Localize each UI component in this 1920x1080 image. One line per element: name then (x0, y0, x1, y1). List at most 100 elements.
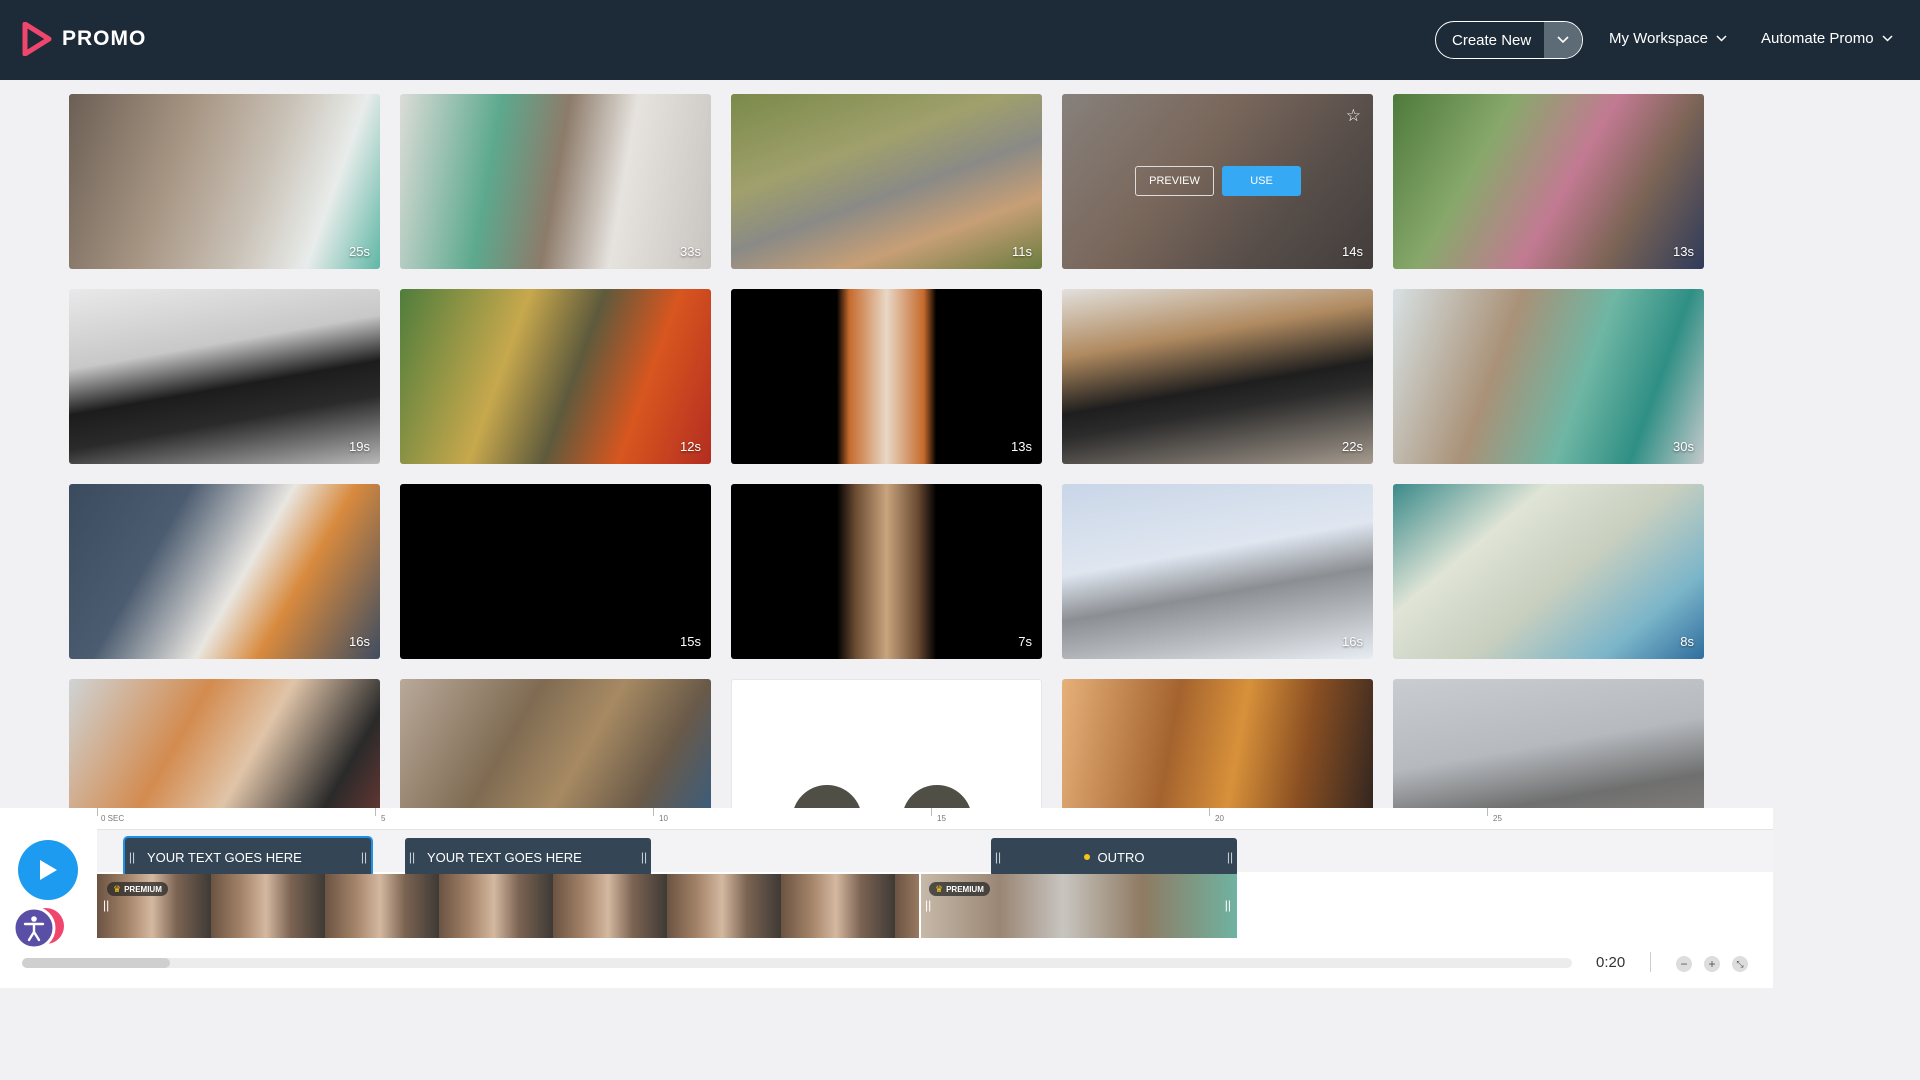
divider (1650, 952, 1651, 972)
video-tile[interactable]: 12s (400, 289, 711, 464)
duration-label: 33s (680, 244, 701, 259)
duration-label: 30s (1673, 439, 1694, 454)
chevron-down-icon (1716, 35, 1727, 42)
drag-handle-icon[interactable]: || (991, 850, 1005, 864)
tick (97, 808, 98, 816)
logo-play-icon (22, 22, 52, 56)
time-ruler[interactable]: 0 SEC 5 10 15 20 25 (97, 808, 1773, 830)
timeline-editor: 0 SEC 5 10 15 20 25 || YOUR TEXT GOES HE… (0, 808, 1773, 988)
my-workspace-label: My Workspace (1609, 30, 1708, 47)
duration-label: 13s (1673, 244, 1694, 259)
duration-label: 13s (1011, 439, 1032, 454)
video-tile[interactable]: 16s (1062, 484, 1373, 659)
automate-promo-label: Automate Promo (1761, 30, 1874, 47)
drag-handle-icon[interactable]: || (1225, 898, 1231, 912)
my-workspace-menu[interactable]: My Workspace (1609, 30, 1727, 47)
drag-handle-icon[interactable]: || (925, 898, 931, 912)
video-tile[interactable]: 15s (400, 484, 711, 659)
video-tile[interactable]: 30s (1393, 289, 1704, 464)
star-icon[interactable]: ☆ (1346, 106, 1361, 126)
tick (1487, 808, 1488, 816)
video-tile[interactable]: 13s (731, 289, 1042, 464)
premium-badge: ♛ PREMIUM (107, 882, 168, 896)
video-tile[interactable] (400, 679, 711, 808)
video-tile[interactable]: 25s (69, 94, 380, 269)
video-tile[interactable]: 8s (1393, 484, 1704, 659)
video-track: ♛ PREMIUM || ♛ PREMIUM || || (97, 874, 1773, 940)
video-tile[interactable]: 19s (69, 289, 380, 464)
video-tile[interactable]: PREVIEW USE ☆ 14s (1062, 94, 1373, 269)
duration-label: 19s (349, 439, 370, 454)
zoom-out-icon[interactable]: − (1676, 956, 1692, 972)
preview-button[interactable]: PREVIEW (1135, 166, 1214, 196)
ruler-label: 20 (1215, 814, 1224, 823)
drag-handle-icon[interactable]: || (1223, 850, 1237, 864)
top-navigation-bar: PROMO Create New My Workspace Automate P… (0, 0, 1920, 80)
drag-handle-icon[interactable]: || (103, 898, 109, 912)
crown-icon: ♛ (113, 883, 122, 894)
automate-promo-menu[interactable]: Automate Promo (1761, 30, 1893, 47)
video-tile[interactable]: 7s (731, 484, 1042, 659)
promo-logo[interactable]: PROMO (22, 22, 146, 56)
ruler-label: 15 (937, 814, 946, 823)
duration-label: 8s (1680, 634, 1694, 649)
fit-to-screen-icon[interactable]: ⤡ (1732, 956, 1748, 972)
premium-badge: ♛ PREMIUM (929, 882, 990, 896)
chevron-down-icon (1882, 35, 1893, 42)
time-readout: 0:20 (1596, 954, 1626, 971)
crown-icon: ♛ (935, 883, 944, 894)
accessibility-button[interactable] (12, 904, 68, 950)
video-tile[interactable] (1393, 679, 1704, 808)
drag-handle-icon[interactable]: || (357, 850, 371, 864)
video-tile[interactable]: 11s (731, 94, 1042, 269)
tick (653, 808, 654, 816)
outro-dot-icon (1083, 854, 1090, 860)
duration-label: 15s (680, 634, 701, 649)
drag-handle-icon[interactable]: || (405, 850, 419, 864)
duration-label: 16s (1342, 634, 1363, 649)
play-icon (40, 860, 57, 880)
text-track: || YOUR TEXT GOES HERE || || YOUR TEXT G… (97, 830, 1773, 876)
tick (1209, 808, 1210, 816)
outro-label: OUTRO (1097, 849, 1145, 865)
timeline-scrollbar[interactable] (22, 958, 1572, 968)
video-clip[interactable]: ♛ PREMIUM || (97, 874, 919, 938)
video-clip[interactable]: ♛ PREMIUM || || (921, 874, 1237, 938)
logo-text: PROMO (62, 27, 147, 50)
play-button[interactable] (18, 840, 78, 900)
ruler-label: 5 (381, 814, 386, 823)
video-tile[interactable]: 33s (400, 94, 711, 269)
tick (931, 808, 932, 816)
use-button[interactable]: USE (1222, 166, 1301, 196)
hover-overlay (1062, 94, 1373, 269)
scrollbar-thumb[interactable] (22, 958, 170, 968)
text-clip-label: YOUR TEXT GOES HERE (147, 849, 302, 865)
ruler-label: 10 (659, 814, 668, 823)
zoom-in-icon[interactable]: + (1704, 956, 1720, 972)
premium-label: PREMIUM (946, 884, 984, 894)
video-tile[interactable] (69, 679, 380, 808)
ruler-label: 0 SEC (101, 814, 125, 823)
outro-clip[interactable]: || OUTRO || (991, 838, 1237, 876)
video-tile[interactable] (1062, 679, 1373, 808)
duration-label: 11s (1012, 244, 1032, 259)
stock-video-grid: 25s 33s 11s PREVIEW USE ☆ 14s 13s 19s 12… (69, 94, 1709, 808)
drag-handle-icon[interactable]: || (125, 850, 139, 864)
duration-label: 14s (1342, 244, 1363, 259)
video-tile[interactable]: 13s (1393, 94, 1704, 269)
text-clip[interactable]: || YOUR TEXT GOES HERE || (405, 838, 651, 876)
duration-label: 12s (680, 439, 701, 454)
video-tile[interactable]: 16s (69, 484, 380, 659)
ruler-label: 25 (1493, 814, 1502, 823)
video-tile[interactable] (731, 679, 1042, 808)
drag-handle-icon[interactable]: || (637, 850, 651, 864)
video-tile[interactable]: 22s (1062, 289, 1373, 464)
duration-label: 16s (349, 634, 370, 649)
text-clip-label: YOUR TEXT GOES HERE (427, 849, 582, 865)
create-new-button[interactable]: Create New (1435, 21, 1583, 59)
accessibility-icon (12, 906, 64, 950)
chevron-down-icon[interactable] (1544, 22, 1582, 58)
text-clip[interactable]: || YOUR TEXT GOES HERE || (125, 838, 371, 876)
duration-label: 25s (349, 244, 370, 259)
create-new-label: Create New (1452, 31, 1532, 49)
